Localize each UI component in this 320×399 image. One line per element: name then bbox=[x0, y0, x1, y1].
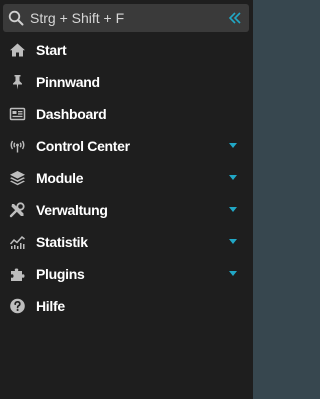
sidebar-item-label: Plugins bbox=[36, 266, 85, 282]
puzzle-icon bbox=[11, 268, 25, 281]
sidebar-item-label: Statistik bbox=[36, 234, 88, 250]
pushpin-icon bbox=[13, 75, 22, 90]
sidebar-item-label: Module bbox=[36, 170, 84, 186]
tools-icon bbox=[9, 202, 25, 218]
sidebar-item-label: Start bbox=[36, 42, 67, 58]
search-input[interactable] bbox=[25, 7, 215, 29]
chevron-down-icon[interactable] bbox=[229, 143, 237, 148]
chevron-down-icon[interactable] bbox=[229, 207, 237, 212]
double-chevron-left-icon[interactable] bbox=[227, 10, 243, 26]
sidebar-item-label: Pinnwand bbox=[36, 74, 100, 90]
sidebar-item-verwaltung[interactable]: Verwaltung bbox=[0, 194, 253, 226]
sidebar-item-plugins[interactable]: Plugins bbox=[0, 258, 253, 290]
dashboard-icon bbox=[9, 107, 26, 121]
sidebar-nav: Start Pinnwand Dashboard Control Center … bbox=[0, 34, 253, 322]
sidebar-item-hilfe[interactable]: Hilfe bbox=[0, 290, 253, 322]
broadcast-icon bbox=[10, 140, 25, 153]
sidebar-item-statistik[interactable]: Statistik bbox=[0, 226, 253, 258]
sidebar-item-label: Verwaltung bbox=[36, 202, 108, 218]
sidebar-item-control-center[interactable]: Control Center bbox=[0, 130, 253, 162]
chevron-down-icon[interactable] bbox=[229, 239, 237, 244]
home-icon bbox=[10, 43, 25, 57]
layers-icon bbox=[10, 171, 25, 186]
sidebar-item-label: Dashboard bbox=[36, 106, 107, 122]
sidebar: Start Pinnwand Dashboard bbox=[0, 0, 253, 399]
search-icon bbox=[8, 10, 24, 26]
chart-icon bbox=[9, 235, 25, 249]
search-box bbox=[3, 4, 249, 32]
sidebar-item-module[interactable]: Module bbox=[0, 162, 253, 194]
sidebar-item-label: Control Center bbox=[36, 138, 130, 154]
help-icon bbox=[10, 298, 25, 314]
sidebar-item-pinnwand[interactable]: Pinnwand bbox=[0, 66, 253, 98]
chevron-down-icon[interactable] bbox=[229, 175, 237, 180]
sidebar-item-dashboard[interactable]: Dashboard bbox=[0, 98, 253, 130]
content-area bbox=[253, 0, 319, 399]
sidebar-item-start[interactable]: Start bbox=[0, 34, 253, 66]
sidebar-item-label: Hilfe bbox=[36, 298, 65, 314]
chevron-down-icon[interactable] bbox=[229, 271, 237, 276]
